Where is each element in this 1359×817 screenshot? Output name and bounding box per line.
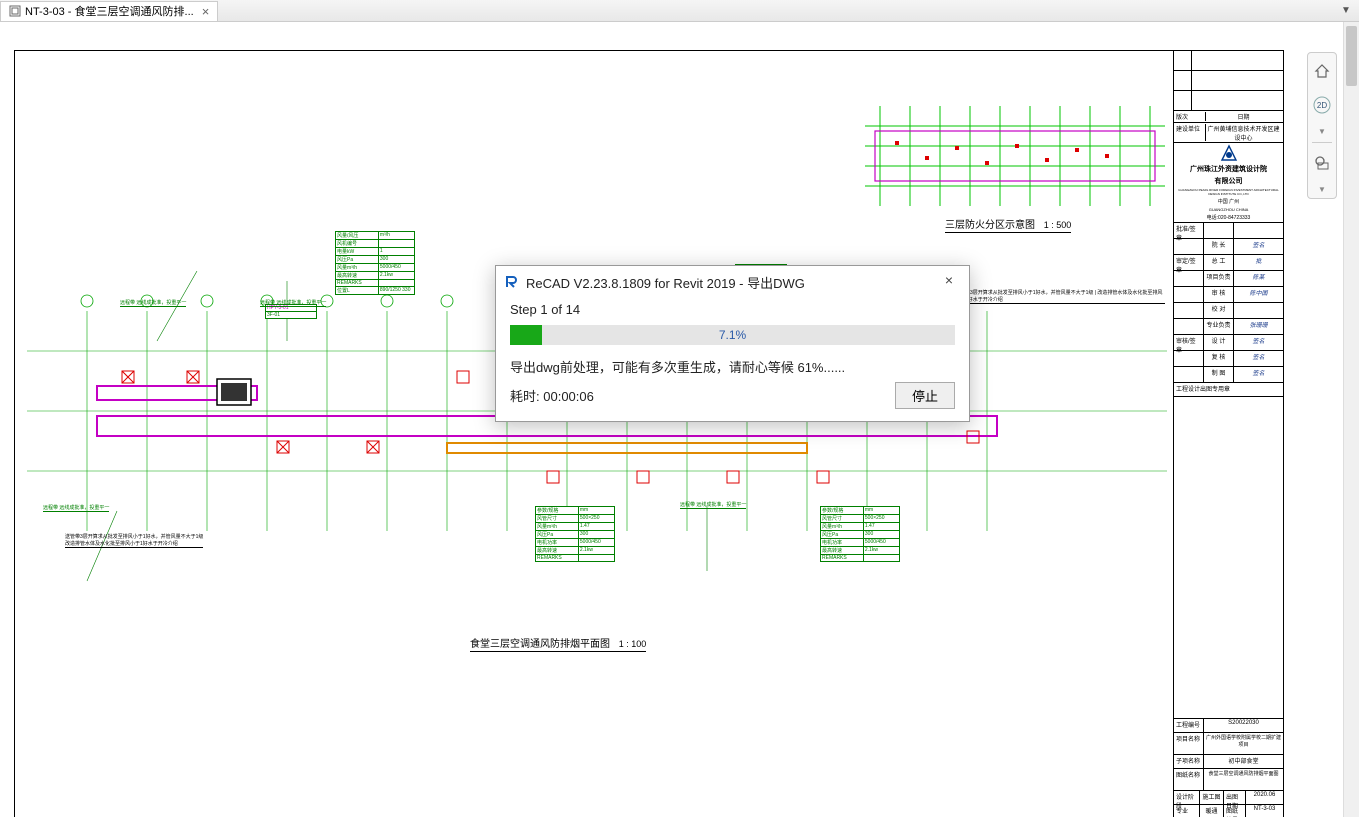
main-title: 食堂三层空调通风防排烟平面图	[470, 639, 610, 650]
revit-app-icon	[504, 274, 520, 290]
note-2: 远程带 远线成批准，投重平一	[120, 299, 186, 307]
firm-logo-icon	[1220, 144, 1238, 162]
dialog-message: 导出dwg前处理，可能有多次重生成，请耐心等候 61%......	[510, 357, 955, 376]
vertical-scrollbar[interactable]	[1343, 22, 1359, 817]
export-dialog: ReCAD V2.23.8.1809 for Revit 2019 - 导出DW…	[495, 265, 970, 422]
view-2d-button[interactable]: 2D	[1311, 91, 1333, 119]
note-6: 远程带 远线成批准，投重平一	[680, 501, 746, 509]
note-3: 远程带 远线成批准，投重平一	[260, 299, 326, 307]
tb-firm-tel: 电话:020-84723333	[1207, 214, 1251, 221]
schedule-1: 风量/风压m³/h风机编号电量kW1风压Pa300风量m³/h5000/450最…	[335, 231, 415, 295]
tb-bottom: 工程编号S20022030 项目名称广州外国语学校附属学校二期扩建项目 子项名称…	[1174, 719, 1283, 817]
progress-bar: 7.1%	[510, 325, 955, 345]
tb-sheet-l: 图纸名称	[1174, 769, 1204, 790]
view-chevron-icon[interactable]: ▼	[1318, 127, 1326, 136]
dialog-title: ReCAD V2.23.8.1809 for Revit 2019 - 导出DW…	[526, 273, 933, 292]
dialog-titlebar[interactable]: ReCAD V2.23.8.1809 for Revit 2019 - 导出DW…	[496, 266, 969, 298]
tb-owner: 广州黄埔信息技术开发区建设中心	[1206, 124, 1281, 141]
tb-proj-l: 项目名称	[1174, 733, 1204, 754]
note-4: 远程带 远线成批准，投重平一	[43, 504, 109, 512]
tb-firm-addr: 中国 广州	[1218, 198, 1239, 205]
home-view-button[interactable]	[1311, 57, 1333, 85]
schedule-2: 参数/规格mm风管尺寸500×250风量m³/h1.47风压Pa300电机功率5…	[535, 506, 615, 562]
tab-menu-chevron-icon[interactable]: ▼	[1341, 5, 1353, 16]
tb-no: NT-3-03	[1246, 805, 1283, 817]
tb-owner-label: 建设单位	[1176, 124, 1206, 141]
tb-firm-logo-block: 广州珠江外资建筑设计院 有限公司 GUANGZHOU PEARL RIVER F…	[1174, 143, 1283, 223]
tb-subproj-l: 子项名称	[1174, 755, 1204, 768]
tb-disc: 暖通	[1200, 805, 1224, 817]
keyplan-caption: 三层防火分区示意图 1 : 500	[945, 216, 1071, 233]
main-scale: 1 : 100	[619, 639, 647, 649]
keyplan-scale: 1 : 500	[1044, 220, 1072, 230]
tb-stage-l: 设计阶段	[1174, 791, 1200, 804]
elapsed-time: 耗时: 00:00:06	[510, 386, 594, 405]
tb-firm-name: 广州珠江外资建筑设计院	[1190, 164, 1267, 174]
note-5: 送管带3层开算求从批发至排风小于1好水，并管风量不大于1级 | 改造排管水体及水…	[955, 289, 1165, 304]
note-1: 送管带3层开算求从批发至排风小于1好水，并管风量不大于1级 改造排管水体及水化批…	[65, 533, 203, 548]
keyplan-title: 三层防火分区示意图	[945, 220, 1035, 231]
tb-firm-en: GUANGZHOU PEARL RIVER FOREIGN INVESTMENT…	[1174, 188, 1283, 196]
progress-percent: 7.1%	[510, 325, 955, 345]
view-tool-strip: 2D ▼ ▼	[1307, 52, 1337, 199]
dialog-close-button[interactable]: ×	[939, 272, 959, 292]
dialog-step-label: Step 1 of 14	[510, 302, 955, 317]
document-icon	[9, 5, 21, 17]
drawing-canvas: 三层防火分区示意图 1 : 500	[15, 51, 1173, 817]
tb-rev-l0: 版次	[1176, 112, 1206, 121]
tb-subproj: 初中部食堂	[1204, 755, 1283, 768]
tb-stamp-label: 工程设计出图专用章	[1176, 384, 1281, 395]
tb-rev-l1: 日期	[1206, 112, 1281, 121]
zoom-chevron-icon[interactable]: ▼	[1318, 185, 1326, 194]
tab-title: NT-3-03 - 食堂三层空调通风防排...	[25, 3, 194, 19]
stop-button[interactable]: 停止	[895, 382, 955, 409]
zoom-button[interactable]	[1311, 149, 1333, 177]
schedule-3: 参数/规格mm风管尺寸500×250风量m³/h1.47风压Pa300电机功率5…	[820, 506, 900, 562]
title-block: 版次日期 建设单位广州黄埔信息技术开发区建设中心 广州珠江外资建筑设计院 有限公…	[1173, 51, 1283, 817]
drawing-frame: 三层防火分区示意图 1 : 500	[14, 50, 1284, 817]
tb-disc-l: 专业	[1174, 805, 1200, 817]
tb-date: 2020.06	[1246, 791, 1283, 804]
tb-projno-l: 工程编号	[1174, 719, 1204, 732]
tb-stamp-area	[1174, 397, 1283, 719]
tb-date-l: 出图日期	[1224, 791, 1246, 804]
document-tab[interactable]: NT-3-03 - 食堂三层空调通风防排... ×	[0, 1, 218, 21]
tb-sheet: 食堂三层空调通风防排烟平面图	[1204, 769, 1283, 790]
tab-bar: NT-3-03 - 食堂三层空调通风防排... × ▼	[0, 0, 1359, 22]
tb-projno: S20022030	[1204, 719, 1283, 732]
tb-stage: 施工图	[1200, 791, 1224, 804]
keyplan-diagram	[865, 106, 1165, 206]
tb-revision-header	[1174, 51, 1283, 111]
tb-firm-addr-en: GUANGZHOU CHINA	[1209, 207, 1249, 212]
scrollbar-thumb[interactable]	[1346, 26, 1357, 86]
tb-firm-sub: 有限公司	[1215, 176, 1243, 186]
main-caption: 食堂三层空调通风防排烟平面图 1 : 100	[470, 635, 646, 652]
tb-proj: 广州外国语学校附属学校二期扩建项目	[1204, 733, 1283, 754]
tb-no-l: 图纸编号	[1224, 805, 1246, 817]
tab-close-icon[interactable]: ×	[202, 4, 210, 19]
